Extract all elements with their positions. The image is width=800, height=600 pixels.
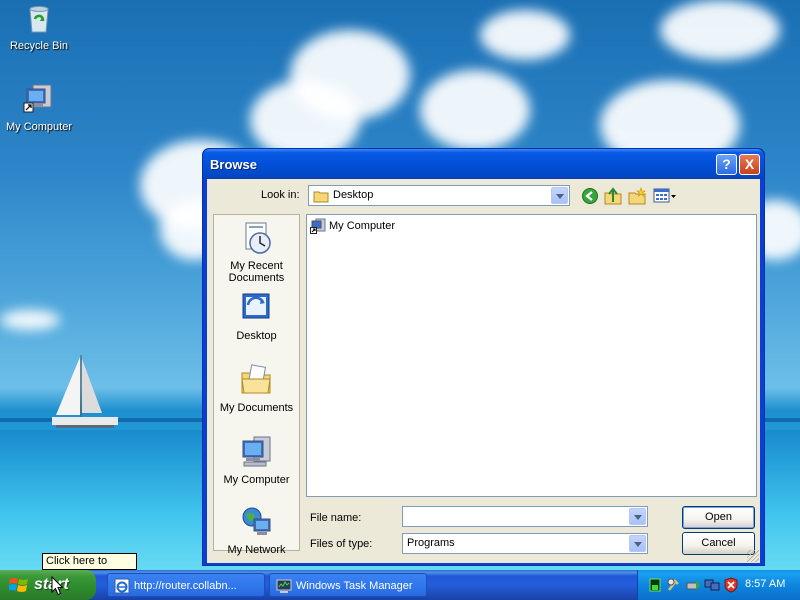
look-in-dropdown[interactable]: Desktop [308, 185, 570, 206]
place-desktop[interactable]: Desktop [214, 291, 299, 342]
views-menu-icon[interactable] [653, 187, 677, 205]
recent-documents-icon [245, 222, 271, 254]
task-manager-icon [276, 579, 292, 593]
start-tooltip: Click here to begin [42, 553, 137, 582]
file-item-label: My Computer [329, 220, 396, 232]
windows-logo-icon [9, 578, 28, 592]
open-button[interactable]: Open [682, 506, 755, 529]
place-label: Desktop [236, 330, 277, 342]
desktop-icon-label: My Computer [5, 121, 73, 133]
network-tools-icon[interactable] [666, 577, 682, 593]
browse-dialog: Browse ? X Look in: Desktop My Recent Do… [202, 148, 765, 566]
list-item[interactable]: My Computer [310, 218, 395, 234]
my-documents-icon [240, 364, 271, 394]
cancel-button[interactable]: Cancel [682, 532, 755, 555]
taskbar-item-label: http://router.collabn... [134, 580, 237, 592]
close-icon: X [744, 156, 755, 172]
dialog-title: Browse [210, 157, 257, 172]
place-my-network[interactable]: My Network [214, 505, 299, 556]
recycle-bin-icon [29, 6, 49, 33]
taskbar-item-label: Windows Task Manager [296, 580, 413, 592]
up-folder-icon[interactable] [604, 187, 622, 205]
security-shield-icon[interactable] [723, 577, 739, 593]
places-bar: My Recent Documents Desktop My Documents [213, 214, 300, 556]
taskbar-item-task-manager[interactable]: Windows Task Manager [269, 573, 427, 597]
place-my-recent-documents[interactable]: My Recent Documents [214, 221, 299, 284]
place-my-documents[interactable]: My Documents [214, 363, 299, 414]
desktop-icon-my-computer[interactable]: My Computer [1, 83, 77, 133]
resize-grip[interactable] [747, 550, 759, 562]
network-connection-icon[interactable] [704, 577, 720, 593]
my-computer-shortcut-icon [310, 218, 326, 234]
file-name-field[interactable] [402, 506, 648, 527]
close-button[interactable]: X [739, 154, 760, 175]
safely-remove-icon[interactable] [685, 577, 701, 593]
desktop-icon [242, 293, 269, 319]
help-button[interactable]: ? [716, 154, 737, 175]
my-computer-icon [23, 84, 52, 113]
chevron-down-icon[interactable] [629, 508, 646, 525]
files-of-type-label: Files of type: [310, 538, 373, 550]
mouse-cursor-icon [51, 576, 63, 596]
back-icon[interactable] [581, 187, 599, 205]
taskbar-item-browser[interactable]: http://router.collabn... [107, 573, 265, 597]
start-button[interactable]: start [0, 570, 96, 600]
clock[interactable]: 8:57 AM [745, 578, 785, 590]
look-in-label: Look in: [261, 189, 300, 201]
dialog-body: Look in: Desktop My Recent Documents Des… [207, 179, 760, 563]
folder-icon [313, 191, 329, 203]
desktop-icon-label: Recycle Bin [9, 40, 69, 52]
new-folder-icon[interactable] [628, 187, 646, 205]
chevron-down-icon[interactable] [551, 187, 568, 204]
dialog-titlebar[interactable]: Browse ? X [203, 149, 764, 179]
sailboat-image [52, 355, 118, 428]
place-label: My Computer [223, 474, 290, 486]
chevron-down-icon[interactable] [629, 535, 646, 552]
file-name-label: File name: [310, 512, 362, 524]
desktop-icon-recycle-bin[interactable]: Recycle Bin [1, 2, 77, 52]
cpu-meter-icon[interactable] [647, 577, 663, 593]
file-list[interactable]: My Computer [306, 214, 757, 497]
files-of-type-dropdown[interactable]: Programs [402, 533, 648, 554]
internet-explorer-icon [114, 578, 130, 594]
place-label: My Documents [219, 402, 294, 414]
system-tray: 8:57 AM [637, 570, 800, 600]
files-of-type-value: Programs [407, 537, 455, 549]
place-label: My Network [227, 544, 286, 556]
place-label: My Recent Documents [228, 260, 285, 284]
help-icon: ? [722, 156, 731, 172]
my-computer-icon [242, 436, 270, 467]
taskbar: start http://router.collabn... Windows T… [0, 570, 800, 600]
look-in-value: Desktop [333, 189, 374, 201]
place-my-computer[interactable]: My Computer [214, 435, 299, 486]
my-network-icon [242, 507, 270, 535]
